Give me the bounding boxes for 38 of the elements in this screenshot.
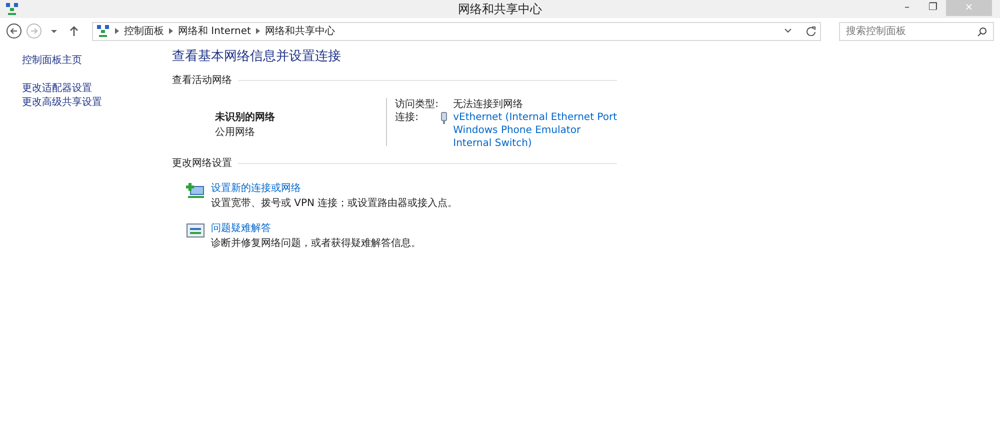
field-label: 访问类型: xyxy=(395,98,438,110)
page-heading: 查看基本网络信息并设置连接 xyxy=(172,48,342,66)
troubleshoot-icon xyxy=(186,222,206,238)
connection-link[interactable]: vEthernet (Internal Ethernet Port Windows Phone Emulator Internal Switch) xyxy=(453,110,617,150)
network-icon xyxy=(6,3,18,15)
task-description: 诊断并修复网络问题，或者获得疑难解答信息。 xyxy=(211,236,421,250)
restore-button[interactable]: ❐ xyxy=(920,0,946,16)
task-description: 设置宽带、拨号或 VPN 连接；或设置路由器或接入点。 xyxy=(211,196,458,210)
breadcrumb-item[interactable]: 网络和 Internet xyxy=(178,24,251,38)
breadcrumb-item[interactable]: 控制面板 xyxy=(124,24,164,38)
sidebar-link[interactable]: 更改适配器设置 xyxy=(22,82,172,96)
chevron-icon[interactable] xyxy=(784,28,792,34)
network-category: 公用网络 xyxy=(215,126,256,140)
chevron-right-icon xyxy=(115,28,119,34)
network-name: 未识别的网络 xyxy=(215,110,276,124)
breadcrumb-item[interactable]: 网络和共享中心 xyxy=(264,24,335,38)
search-field[interactable]: 搜索控制面板 xyxy=(839,22,994,40)
window-title: 网络和共享中心 xyxy=(458,1,542,18)
network-add-icon xyxy=(186,182,206,198)
chevron-right-icon xyxy=(169,28,173,34)
minimize-button[interactable]: – xyxy=(894,0,920,16)
address-bar[interactable]: 控制面板 网络和 Internet 网络和共享中心 xyxy=(92,22,821,40)
network-icon xyxy=(97,25,109,37)
back-button[interactable] xyxy=(6,23,22,39)
field-label: 连接: xyxy=(395,110,418,124)
chevron-right-icon xyxy=(256,28,260,34)
refresh-icon[interactable] xyxy=(806,26,816,36)
section-label: 查看活动网络 xyxy=(172,74,232,88)
ethernet-icon xyxy=(441,112,450,124)
search-icon xyxy=(977,26,987,36)
task-link[interactable]: 设置新的连接或网络 xyxy=(211,180,301,196)
section-label: 更改网络设置 xyxy=(172,156,232,170)
sidebar-link[interactable]: 更改高级共享设置 xyxy=(22,96,172,110)
up-arrow-icon xyxy=(69,25,79,37)
caret-icon xyxy=(50,27,58,35)
access-type-value: 无法连接到网络 xyxy=(453,98,524,110)
task-link[interactable]: 问题疑难解答 xyxy=(211,220,271,236)
sidebar-link[interactable]: 控制面板主页 xyxy=(22,54,172,68)
